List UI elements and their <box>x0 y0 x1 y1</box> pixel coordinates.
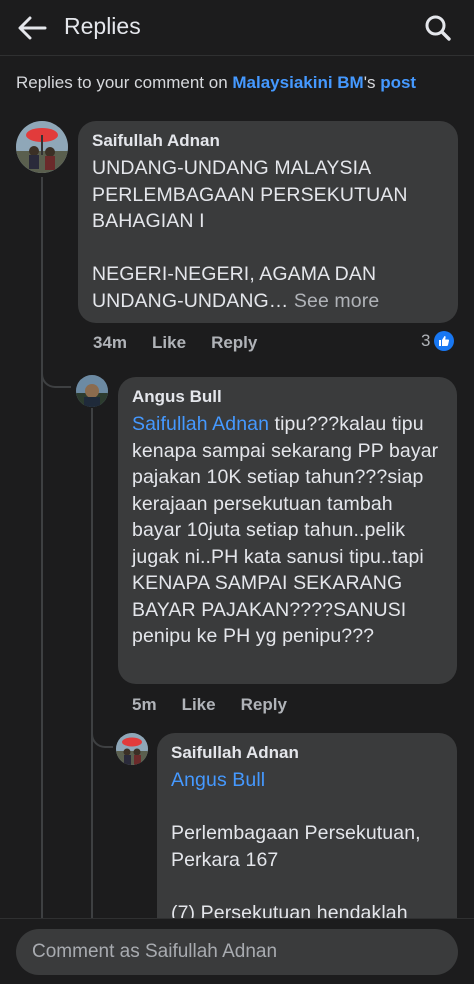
comment-author[interactable]: Angus Bull <box>132 387 443 407</box>
top-bar: Replies <box>0 0 474 56</box>
thread-line-main <box>41 177 43 918</box>
thread-line-sub <box>91 408 93 918</box>
see-more-link[interactable]: See more <box>294 290 379 312</box>
context-possessive: 's <box>363 73 381 92</box>
mention-link[interactable]: Saifullah Adnan <box>132 413 269 435</box>
thread-line-connector-1 <box>41 368 71 388</box>
comment-bubble: Angus Bull Saifullah Adnan tipu???kalau … <box>118 377 457 684</box>
reaction-summary[interactable]: 3 <box>421 331 455 351</box>
replies-context: Replies to your comment on Malaysiakini … <box>16 73 416 93</box>
context-prefix: Replies to your comment on <box>16 73 233 92</box>
comment-actions: 5m Like Reply <box>132 695 287 715</box>
like-button[interactable]: Like <box>152 333 186 353</box>
comment-input[interactable]: Comment as Saifullah Adnan <box>16 929 458 975</box>
page-title: Replies <box>64 13 141 39</box>
back-arrow-icon[interactable] <box>14 10 50 46</box>
comment-bubble: Saifullah Adnan UNDANG-UNDANG MALAYSIA P… <box>78 121 458 323</box>
avatar[interactable] <box>16 121 68 173</box>
comment-body: Perlembagaan Persekutuan, Perkara 167 (7… <box>171 822 421 924</box>
comment-author[interactable]: Saifullah Adnan <box>171 743 443 763</box>
avatar[interactable] <box>76 375 108 407</box>
reply-button[interactable]: Reply <box>241 695 287 715</box>
mention-link[interactable]: Angus Bull <box>171 769 265 791</box>
composer-bar: Comment as Saifullah Adnan <box>0 918 474 984</box>
comment-time: 34m <box>93 333 128 352</box>
like-button[interactable]: Like <box>182 695 216 715</box>
comment-text: Saifullah Adnan tipu???kalau tipu kenapa… <box>132 411 443 650</box>
comment-body: tipu???kalau tipu kenapa sampai sekarang… <box>132 413 444 647</box>
thread-line-connector-2 <box>91 728 113 748</box>
search-icon[interactable] <box>420 10 456 46</box>
reaction-count: 3 <box>421 331 431 350</box>
comment-time: 5m <box>132 695 157 714</box>
comment-text: UNDANG-UNDANG MALAYSIA PERLEMBAGAAN PERS… <box>92 155 444 314</box>
thumbs-up-icon <box>434 331 455 351</box>
post-link[interactable]: post <box>380 73 416 92</box>
comment-bubble: Saifullah Adnan Angus Bull Perlembagaan … <box>157 733 457 933</box>
comment-body: UNDANG-UNDANG MALAYSIA PERLEMBAGAAN PERS… <box>92 157 408 312</box>
comment-author[interactable]: Saifullah Adnan <box>92 131 444 151</box>
page-name-link[interactable]: Malaysiakini BM <box>232 73 363 92</box>
avatar[interactable] <box>116 733 148 765</box>
comment-actions: 34m Like Reply <box>93 333 257 353</box>
reply-button[interactable]: Reply <box>211 333 257 353</box>
comment-text: Angus Bull Perlembagaan Persekutuan, Per… <box>171 767 443 926</box>
